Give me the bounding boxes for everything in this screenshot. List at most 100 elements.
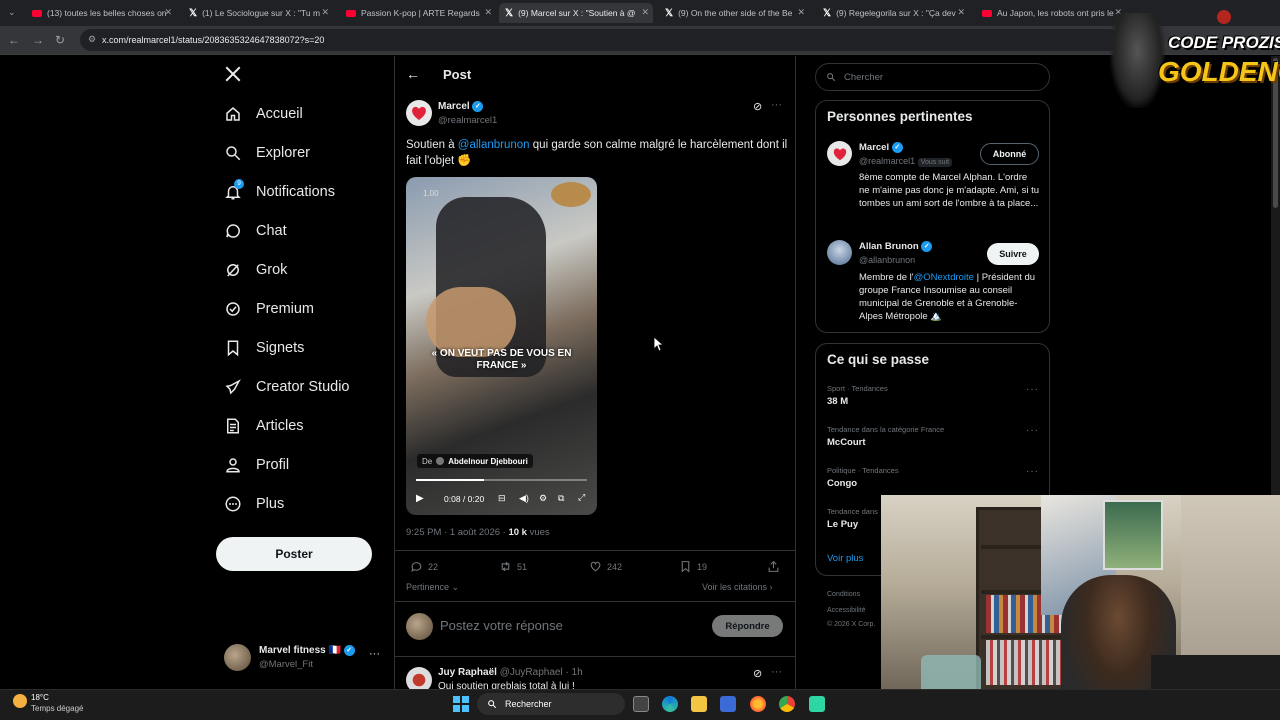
browser-tab[interactable]: 𝕏 (1) Le Sociologue sur X : "Tu m ✕ [183,3,333,23]
close-icon[interactable]: ✕ [484,7,492,18]
close-icon[interactable]: ✕ [164,7,172,18]
account-switcher[interactable]: Marvel fitness 🇫🇷 ✓ @Marvel_Fit ··· [224,644,384,674]
mention-link[interactable]: @allanbrunon [458,139,530,151]
nav-item-grok[interactable]: Grok [224,261,287,279]
search-input[interactable]: Chercher [815,63,1050,91]
heart-logo-icon [833,148,846,160]
repost-button[interactable]: 51 [499,560,527,573]
tab-list-dropdown-icon[interactable]: ⌄ [8,7,16,18]
play-icon[interactable]: ▶ [416,493,424,504]
follow-button[interactable]: Suivre [987,243,1039,265]
file-explorer-icon[interactable] [691,696,707,712]
grok-icon[interactable]: ⊘ [753,100,762,113]
avatar[interactable] [406,100,432,126]
nav-label: Premium [256,301,315,317]
footer-link[interactable]: Accessibilité [827,607,866,614]
taskbar-search[interactable]: Rechercher [477,693,625,715]
footer-link[interactable]: Conditions [827,591,860,598]
video-source-badge[interactable]: De Abdelnour Djebbouri [417,454,533,468]
task-view-icon[interactable] [633,696,649,712]
more-options-icon[interactable]: ··· [1026,466,1039,477]
post-author-name[interactable]: Marcel ✓ [438,101,484,112]
browser-tab[interactable]: (13) toutes les belles choses on ✕ [26,3,176,23]
logo-text: GOLDENG [1158,56,1280,87]
chat-icon [224,222,242,240]
browser-tab[interactable]: Passion K-pop | ARTE Regards ✕ [340,3,496,23]
more-options-icon[interactable]: ··· [771,666,782,678]
person-name[interactable]: Marcel ✓ [859,142,903,153]
reply-input[interactable]: Postez votre réponse [440,618,700,633]
x-logo-icon[interactable] [224,65,242,88]
edge-icon[interactable] [662,696,678,712]
close-icon[interactable]: ✕ [797,7,805,18]
store-icon[interactable] [720,696,736,712]
app-icon[interactable] [809,696,825,712]
site-info-icon[interactable]: ⚙ [88,34,96,45]
trend-item[interactable]: Politique · Tendances Congo ··· [827,466,1039,492]
forward-icon[interactable]: → [32,33,44,47]
person-handle: @allanbrunon [859,255,916,265]
settings-icon[interactable]: ⚙ [539,493,547,504]
more-options-icon[interactable]: ··· [369,648,380,660]
nav-item-premium[interactable]: Premium [224,300,314,318]
back-icon[interactable]: ← [8,33,20,47]
following-button[interactable]: Abonné [980,143,1039,165]
nav-item-articles[interactable]: Articles [224,417,304,435]
nav-item-bookmarks[interactable]: Signets [224,339,304,357]
see-quotes-link[interactable]: Voir les citations › [702,582,773,592]
trend-item[interactable]: Tendance dans Le Puy [827,507,881,533]
person-name[interactable]: Allan Brunon ✓ [859,241,933,252]
more-options-icon[interactable]: ··· [771,99,782,111]
x-logo-icon: 𝕏 [665,7,674,19]
share-button[interactable] [767,560,780,573]
bell-icon: 9 [224,179,244,201]
trend-item[interactable]: Tendance dans la catégorie France McCour… [827,425,1039,451]
reply-author[interactable]: Juy Raphaël @JuyRaphael · 1h [438,667,583,678]
browser-tab-active[interactable]: 𝕏 (9) Marcel sur X : "Soutien à @ ✕ [499,3,653,23]
browser-tab[interactable]: Au Japon, les robots ont pris le ✕ [976,3,1126,23]
nav-item-explore[interactable]: Explorer [224,144,310,162]
reload-icon[interactable]: ↻ [55,33,65,47]
weather-widget[interactable]: 18°C Temps dégagé [10,692,90,718]
sort-dropdown[interactable]: Pertinence ⌄ [406,582,459,593]
post-timestamp[interactable]: 9:25 PM · 1 août 2026 · [406,527,508,538]
reply-button[interactable]: 22 [410,560,438,573]
volume-icon[interactable]: ◀) [519,493,529,504]
like-button[interactable]: 242 [589,560,622,573]
close-icon[interactable]: ✕ [641,7,649,18]
post-author-handle[interactable]: @realmarcel1 [438,115,497,126]
close-icon[interactable]: ✕ [321,7,329,18]
search-placeholder: Chercher [844,71,884,83]
nav-item-creator-studio[interactable]: Creator Studio [224,378,350,396]
bookmark-button[interactable]: 19 [679,560,707,573]
browser-tab[interactable]: 𝕏 (9) Regelegorila sur X : "Ça dev ✕ [817,3,969,23]
post-button[interactable]: Poster [216,537,372,571]
more-options-icon[interactable]: ··· [1026,384,1039,395]
grok-icon[interactable]: ⊘ [753,667,762,680]
reply-submit-button[interactable]: Répondre [712,615,783,637]
more-options-icon[interactable]: ··· [1026,425,1039,436]
back-arrow-icon[interactable]: ← [406,66,420,82]
nav-item-more[interactable]: Plus [224,495,284,513]
picture-in-picture-icon[interactable]: ⧉ [558,493,564,504]
video-progress-track[interactable] [416,479,587,481]
close-icon[interactable]: ✕ [957,7,965,18]
url-input[interactable]: ⚙ x.com/realmarcel1/status/2083635324647… [80,29,1120,51]
bookmark-icon [681,561,690,573]
nav-item-home[interactable]: Accueil [224,105,303,123]
nav-item-notifications[interactable]: 9 Notifications [224,179,335,201]
video-player[interactable]: 1.00 « ON VEUT PAS DE VOUS EN FRANCE » D… [406,177,597,515]
captions-icon[interactable]: ⊟ [498,493,506,504]
chrome-icon[interactable] [779,696,795,712]
trend-item[interactable]: Sport · Tendances 38 M ··· [827,384,1039,410]
mention-link[interactable]: @ONextdroite [914,272,974,283]
firefox-icon[interactable] [750,696,766,712]
avatar[interactable] [827,141,852,166]
nav-item-chat[interactable]: Chat [224,222,287,240]
windows-start-icon[interactable] [453,696,469,717]
fullscreen-icon[interactable]: ⤢ [578,492,585,503]
see-more-link[interactable]: Voir plus [827,553,863,564]
nav-item-profile[interactable]: Profil [224,456,289,474]
avatar[interactable] [827,240,852,265]
browser-tab[interactable]: 𝕏 (9) On the other side of the Be ✕ [659,3,809,23]
